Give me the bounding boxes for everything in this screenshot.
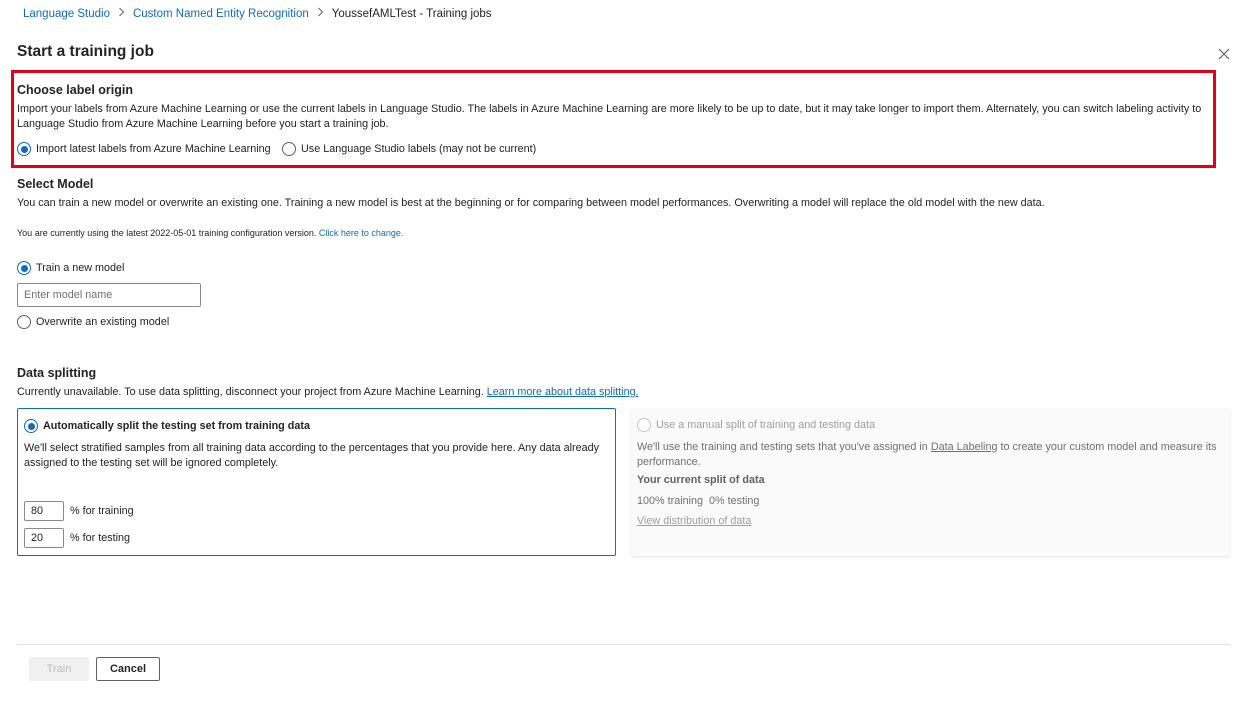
data-labeling-link: Data Labeling (930, 441, 998, 453)
testing-percent-row: % for testing (24, 528, 130, 548)
select-model-title: Select Model (17, 177, 94, 191)
radio-language-studio-labels[interactable]: Use Language Studio labels (may not be c… (282, 142, 536, 156)
config-note-text: You are currently using the latest 2022-… (17, 228, 317, 238)
close-button[interactable] (1215, 45, 1233, 63)
manual-split-title: Use a manual split of training and testi… (656, 419, 876, 431)
learn-more-link[interactable]: Learn more about data splitting. (487, 386, 639, 398)
radio-train-new-model[interactable]: Train a new model (17, 261, 124, 275)
auto-split-title: Automatically split the testing set from… (43, 420, 310, 432)
auto-split-description: We'll select stratified samples from all… (24, 442, 600, 469)
breadcrumb: Language Studio Custom Named Entity Reco… (23, 7, 492, 20)
radio-circle[interactable] (24, 419, 38, 433)
label-origin-title: Choose label origin (17, 83, 133, 97)
cancel-button[interactable]: Cancel (96, 657, 160, 681)
radio-manual-split: Use a manual split of training and testi… (637, 418, 875, 432)
training-percent-label: % for training (70, 505, 134, 517)
radio-import-aml-labels[interactable]: Import latest labels from Azure Machine … (17, 142, 271, 156)
radio-auto-split[interactable]: Automatically split the testing set from… (24, 419, 310, 433)
manual-desc-pre: We'll use the training and testing sets … (637, 441, 928, 453)
breadcrumb-custom-ner[interactable]: Custom Named Entity Recognition (133, 8, 309, 20)
radio-circle[interactable] (17, 261, 31, 275)
radio-circle[interactable] (17, 142, 31, 156)
chevron-right-icon (118, 7, 125, 20)
radio-overwrite-model[interactable]: Overwrite an existing model (17, 315, 169, 329)
radio-label: Train a new model (36, 262, 125, 274)
testing-percent-label: % for testing (70, 532, 131, 544)
config-change-link[interactable]: Click here to change. (319, 228, 404, 238)
manual-split-description: We'll use the training and testing sets … (637, 440, 1222, 469)
radio-label: Import latest labels from Azure Machine … (36, 143, 271, 155)
current-split-title: Your current split of data (637, 474, 765, 486)
data-splitting-title: Data splitting (17, 366, 97, 380)
select-model-description: You can train a new model or overwrite a… (17, 197, 1045, 209)
radio-label: Use Language Studio labels (may not be c… (301, 143, 537, 155)
chevron-right-icon (317, 7, 324, 20)
page-title: Start a training job (17, 43, 154, 60)
data-splitting-description: Currently unavailable. To use data split… (17, 385, 639, 400)
manual-split-card: Use a manual split of training and testi… (631, 408, 1230, 556)
current-split-value: 100% training 0% testing (637, 495, 760, 507)
view-distribution-link: View distribution of data (637, 515, 752, 527)
radio-circle[interactable] (282, 142, 296, 156)
train-button[interactable]: Train (29, 657, 89, 681)
breadcrumb-language-studio[interactable]: Language Studio (23, 8, 110, 20)
radio-circle (637, 418, 651, 432)
training-percent-input[interactable] (24, 501, 64, 521)
data-splitting-text: Currently unavailable. To use data split… (17, 386, 484, 398)
testing-percent-input[interactable] (24, 528, 64, 548)
close-icon (1218, 48, 1230, 60)
model-name-input[interactable] (17, 283, 201, 307)
label-origin-description: Import your labels from Azure Machine Le… (17, 103, 1202, 130)
breadcrumb-current: YoussefAMLTest - Training jobs (331, 7, 492, 20)
radio-label: Overwrite an existing model (36, 316, 170, 328)
training-percent-row: % for training (24, 501, 134, 521)
auto-split-card[interactable]: Automatically split the testing set from… (17, 408, 616, 556)
radio-circle[interactable] (17, 315, 31, 329)
config-note: You are currently using the latest 2022-… (17, 228, 403, 238)
footer-divider (17, 644, 1230, 645)
